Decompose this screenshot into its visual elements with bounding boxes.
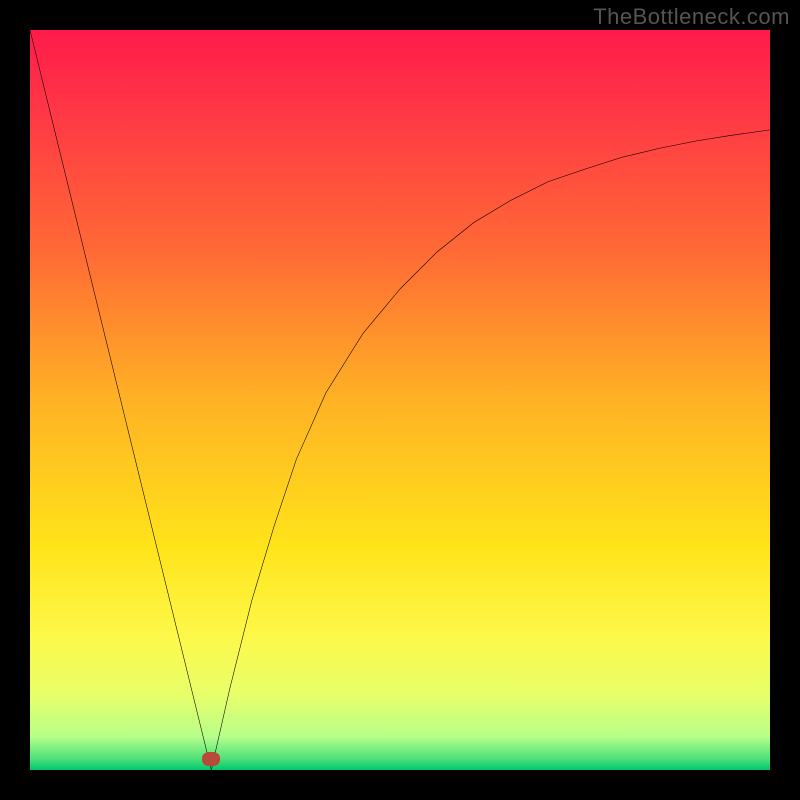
bottleneck-curve (30, 30, 770, 770)
plot-area (30, 30, 770, 770)
watermark-text: TheBottleneck.com (593, 4, 790, 30)
optimal-point-marker (202, 752, 220, 766)
curve-path (30, 30, 770, 770)
chart-frame: TheBottleneck.com (0, 0, 800, 800)
